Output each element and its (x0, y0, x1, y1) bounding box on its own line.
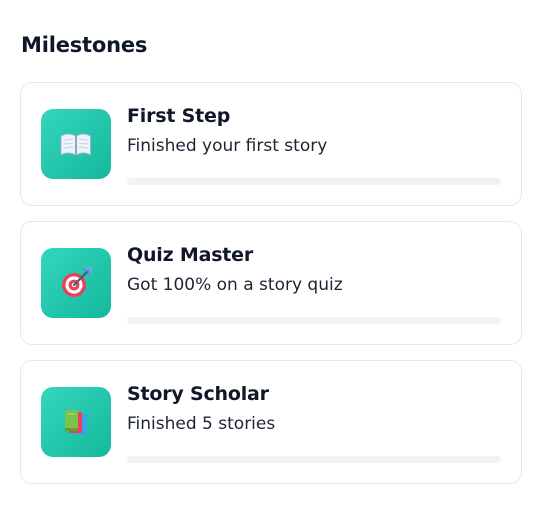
milestone-card-quiz-master: Quiz Master Got 100% on a story quiz (20, 221, 522, 345)
milestone-progress-bar (127, 317, 501, 324)
open-book-icon (41, 109, 111, 179)
section-title: Milestones (21, 33, 148, 57)
milestone-title: First Step (127, 105, 231, 127)
books-icon (41, 387, 111, 457)
milestone-progress-bar (127, 456, 501, 463)
milestone-list: First Step Finished your first story Qui… (20, 82, 522, 499)
milestone-title: Quiz Master (127, 244, 254, 266)
milestone-card-first-step: First Step Finished your first story (20, 82, 522, 206)
milestone-description: Got 100% on a story quiz (127, 275, 343, 295)
milestone-description: Finished your first story (127, 136, 328, 156)
milestone-description: Finished 5 stories (127, 414, 276, 434)
milestone-card-story-scholar: Story Scholar Finished 5 stories (20, 360, 522, 484)
milestone-progress-bar (127, 178, 501, 185)
milestone-title: Story Scholar (127, 383, 269, 405)
target-icon (41, 248, 111, 318)
